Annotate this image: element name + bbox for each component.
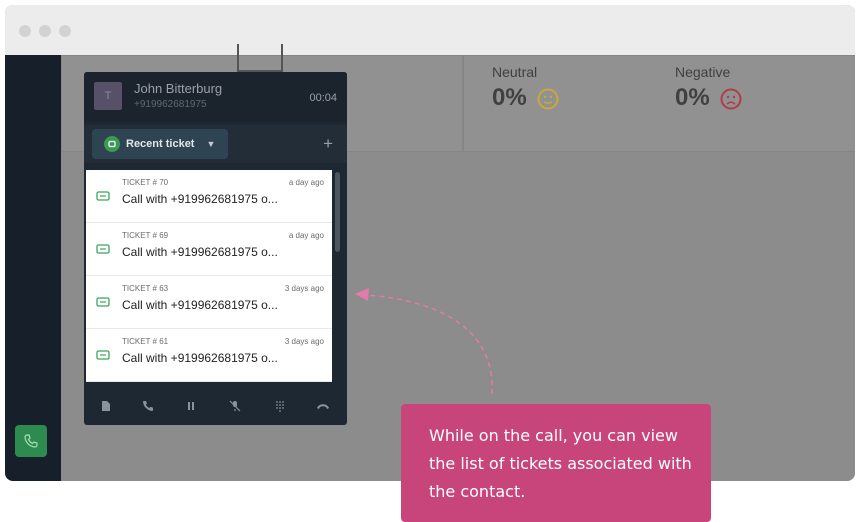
callout-tooltip: While on the call, you can view the list… (401, 404, 711, 522)
callout-text: While on the call, you can view the list… (429, 426, 692, 501)
